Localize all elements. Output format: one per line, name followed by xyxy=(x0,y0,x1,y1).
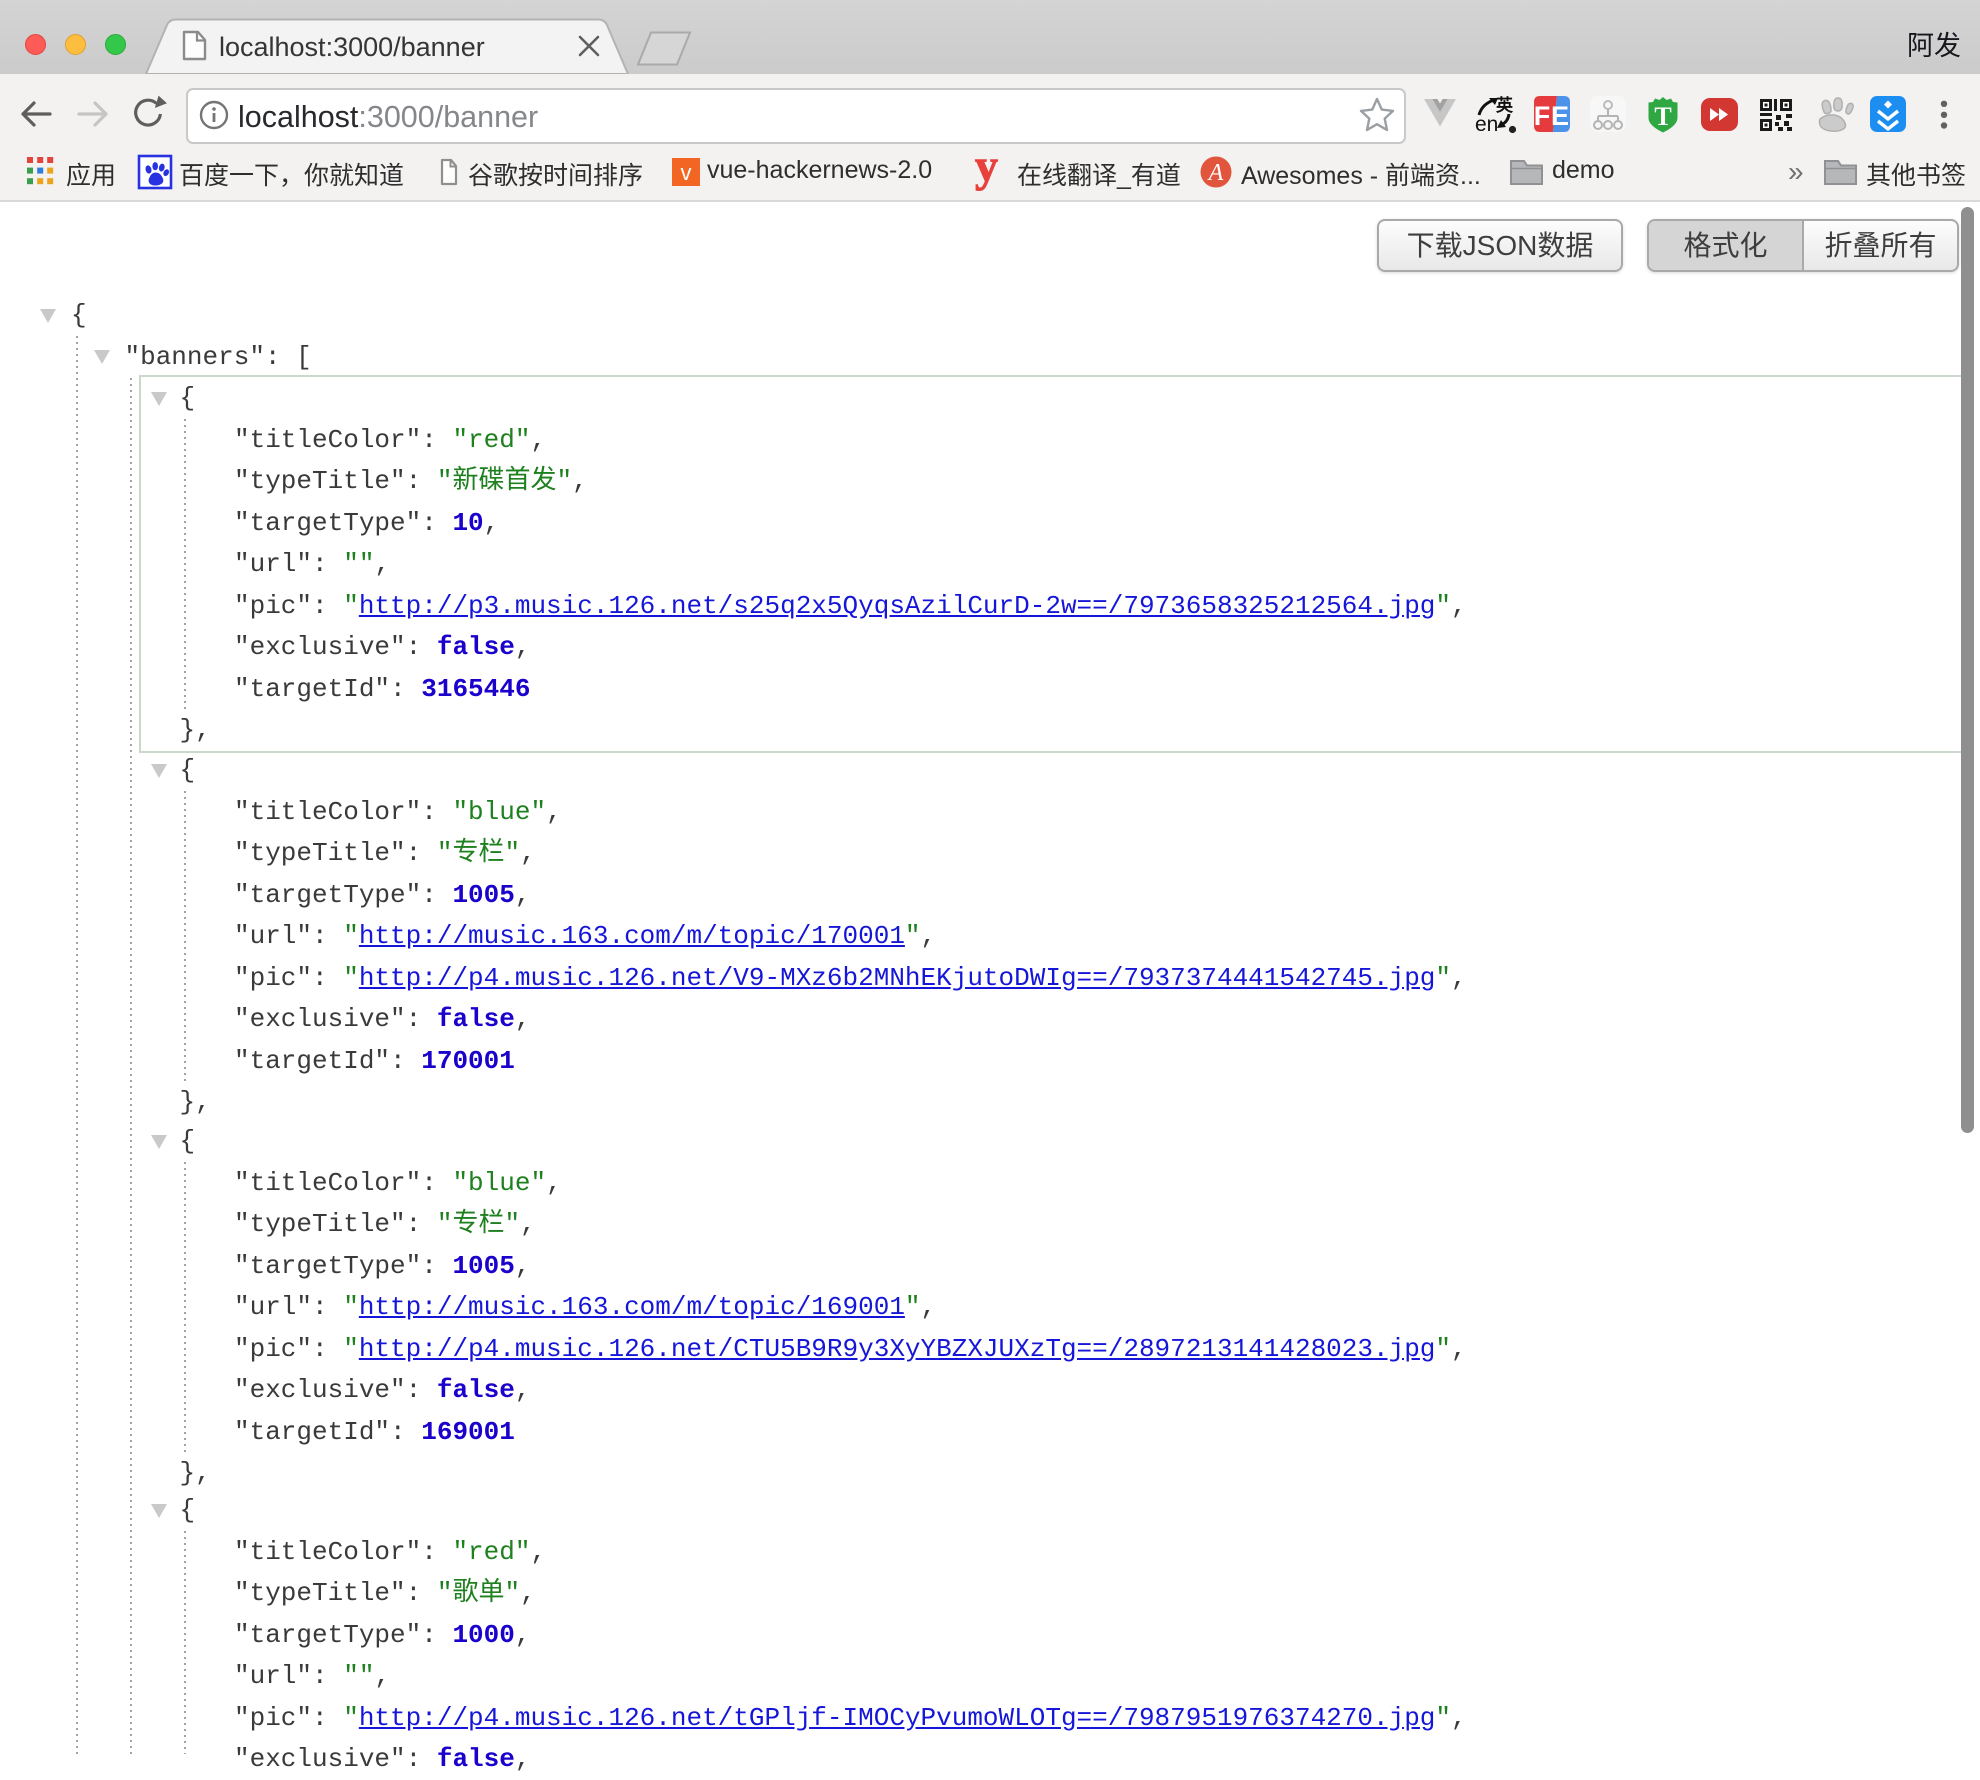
svg-text:F: F xyxy=(1534,101,1551,131)
svg-text:v: v xyxy=(681,160,692,185)
svg-text:E: E xyxy=(1551,101,1569,131)
svg-text:英: 英 xyxy=(1496,95,1514,115)
svg-text:T: T xyxy=(1654,102,1671,131)
svg-text:A: A xyxy=(1207,160,1224,186)
svg-text:en: en xyxy=(1475,113,1498,136)
svg-text:y: y xyxy=(975,146,998,191)
svg-text:»: » xyxy=(1788,156,1804,187)
